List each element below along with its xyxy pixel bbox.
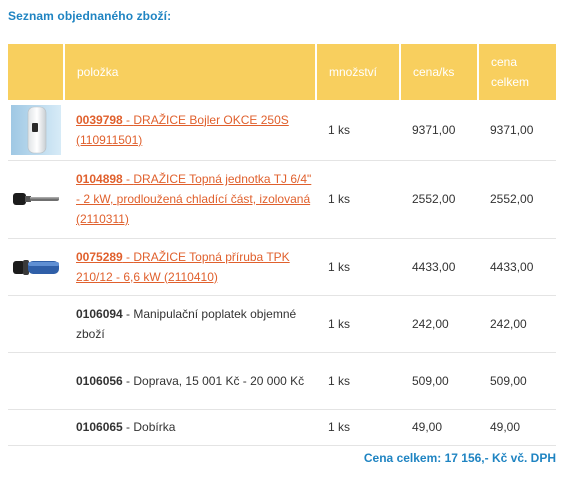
- item-cell: 0106094 - Manipulační poplatek objemné z…: [64, 295, 316, 353]
- product-image-cell: [8, 100, 64, 161]
- unit-price-cell: 4433,00: [400, 238, 478, 296]
- header-unit-price: cena/ks: [400, 44, 479, 100]
- item-cell: 0106065 - Dobírka: [64, 409, 316, 446]
- table-row: 0039798 - DRAŽICE Bojler OKCE 250S (1109…: [8, 100, 556, 161]
- item-cell: 0104898 - DRAŽICE Topná jednotka TJ 6/4"…: [64, 160, 316, 239]
- table-row: 0104898 - DRAŽICE Topná jednotka TJ 6/4"…: [8, 160, 556, 239]
- table-header-row: položka množství cena/ks cena celkem: [8, 44, 556, 100]
- total-price-cell: 4433,00: [478, 238, 556, 296]
- order-total: Cena celkem: 17 156,- Kč vč. DPH: [363, 451, 556, 465]
- ordered-items-table: položka množství cena/ks cena celkem 0039…: [8, 44, 556, 446]
- product-code: 0106056: [76, 373, 123, 388]
- unit-price-cell: 2552,00: [400, 160, 478, 239]
- product-link[interactable]: 0075289 - DRAŽICE Topná příruba TPK 210/…: [76, 250, 290, 284]
- header-total-price-line2: celkem: [491, 75, 530, 89]
- table-row: 0075289 - DRAŽICE Topná příruba TPK 210/…: [8, 238, 556, 296]
- item-cell: 0106056 - Doprava, 15 001 Kč - 20 000 Kč: [64, 352, 316, 410]
- product-image-cell: [8, 409, 64, 446]
- unit-price-cell: 242,00: [400, 295, 478, 353]
- product-name: Doprava, 15 001 Kč - 20 000 Kč: [133, 373, 305, 388]
- quantity-cell: 1 ks: [316, 295, 400, 353]
- quantity-cell: 1 ks: [316, 409, 400, 446]
- total-price-cell: 2552,00: [478, 160, 556, 239]
- product-image-cell: [8, 352, 64, 410]
- header-total-price-line1: cena: [491, 55, 518, 69]
- unit-price-cell: 49,00: [400, 409, 478, 446]
- total-price-cell: 509,00: [478, 352, 556, 410]
- heating-element-icon[interactable]: [11, 174, 61, 224]
- total-price-cell: 9371,00: [478, 100, 556, 161]
- product-name: Dobírka: [133, 420, 176, 434]
- product-image-cell: [8, 160, 64, 239]
- product-link[interactable]: 0039798 - DRAŽICE Bojler OKCE 250S (1109…: [76, 113, 289, 147]
- table-row: 0106065 - Dobírka 1 ks 49,00 49,00: [8, 409, 556, 446]
- item-cell: 0039798 - DRAŽICE Bojler OKCE 250S (1109…: [64, 100, 316, 161]
- product-image-cell: [8, 238, 64, 296]
- product-image-cell: [8, 295, 64, 353]
- unit-price-cell: 509,00: [400, 352, 478, 410]
- heating-flange-icon[interactable]: [11, 242, 61, 292]
- quantity-cell: 1 ks: [316, 352, 400, 410]
- total-price-cell: 49,00: [478, 409, 556, 446]
- header-quantity: množství: [316, 44, 401, 100]
- total-price-cell: 242,00: [478, 295, 556, 353]
- table-row: 0106094 - Manipulační poplatek objemné z…: [8, 295, 556, 353]
- table-row: 0106056 - Doprava, 15 001 Kč - 20 000 Kč…: [8, 352, 556, 410]
- item-cell: 0075289 - DRAŽICE Topná příruba TPK 210/…: [64, 238, 316, 296]
- quantity-cell: 1 ks: [316, 238, 400, 296]
- quantity-cell: 1 ks: [316, 160, 400, 239]
- product-code: 0106065: [76, 420, 123, 434]
- header-image-cell: [8, 44, 65, 100]
- product-code: 0106094: [76, 306, 123, 321]
- unit-price-cell: 9371,00: [400, 100, 478, 161]
- boiler-icon[interactable]: [11, 104, 61, 155]
- quantity-cell: 1 ks: [316, 100, 400, 161]
- product-link[interactable]: 0104898 - DRAŽICE Topná jednotka TJ 6/4"…: [76, 172, 311, 226]
- header-total-price: cena celkem: [478, 44, 556, 100]
- header-item: položka: [64, 44, 317, 100]
- order-list-title: Seznam objednaného zboží:: [8, 9, 172, 23]
